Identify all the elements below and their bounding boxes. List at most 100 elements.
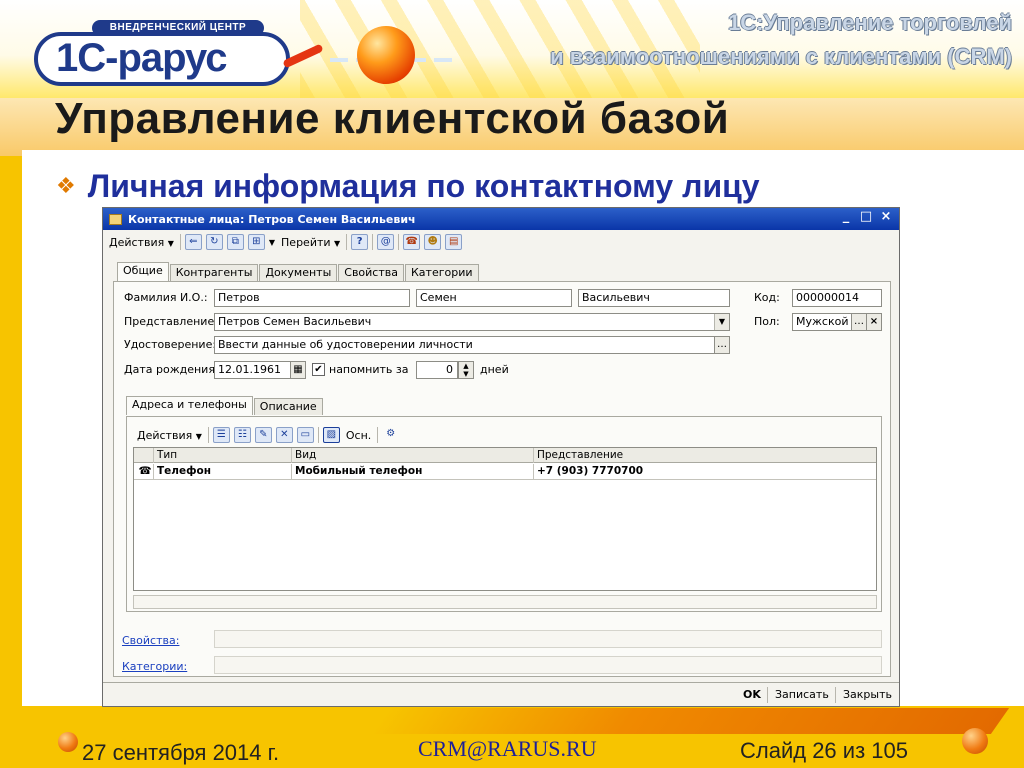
toolbar-separator: [179, 234, 181, 250]
hierarchy-icon[interactable]: ⊞: [247, 234, 265, 250]
footer-email[interactable]: CRM@RARUS.RU: [418, 736, 597, 762]
footer-stripe-decoration: [370, 708, 1010, 734]
toolbar-separator: [317, 427, 319, 443]
id-document-field[interactable]: Ввести данные об удостоверении личности: [214, 336, 730, 354]
gender-select-button[interactable]: …: [851, 313, 867, 331]
tab-properties[interactable]: Свойства: [338, 264, 404, 281]
code-field[interactable]: 000000014: [792, 289, 882, 307]
birth-date-label: Дата рождения:: [124, 363, 219, 376]
representation-label: Представление:: [124, 315, 218, 328]
bullet-item: ❖ Личная информация по контактному лицу: [56, 168, 760, 204]
table-row[interactable]: ☎ Телефон Мобильный телефон +7 (903) 777…: [134, 464, 876, 480]
inner-tabs: Адреса и телефоны Описание: [126, 396, 324, 415]
product-title-line2: и взаимоотношениями с клиентами (CRM): [550, 44, 1012, 69]
save-button[interactable]: Записать: [775, 687, 829, 703]
back-arrow-icon[interactable]: ⇐: [184, 234, 202, 250]
chevron-down-icon[interactable]: ▼: [714, 314, 729, 330]
footer-orb-left: [58, 732, 78, 752]
code-label: Код:: [754, 291, 780, 304]
days-label: дней: [480, 363, 509, 376]
phone-row-icon: ☎: [134, 464, 154, 480]
help-icon[interactable]: ?: [351, 234, 369, 250]
contacts-icon[interactable]: ☻: [424, 234, 442, 250]
add-row-icon[interactable]: ☰: [212, 427, 230, 443]
representation-value: Петров Семен Васильевич: [218, 315, 372, 328]
window-button-bar: OK Записать Закрыть: [103, 682, 899, 706]
copy-row-icon[interactable]: ☷: [233, 427, 251, 443]
set-main-button[interactable]: Осн.: [344, 429, 373, 442]
save-row-icon[interactable]: ▭: [296, 427, 314, 443]
contact-person-window: Контактные лица: Петров Семен Васильевич…: [102, 207, 900, 707]
slide-title: Управление клиентской базой: [55, 94, 730, 143]
fax-icon[interactable]: ▤: [445, 234, 463, 250]
main-tabs: Общие Контрагенты Документы Свойства Кат…: [117, 262, 480, 281]
goto-menu[interactable]: Перейти ▼: [279, 236, 342, 249]
ok-button[interactable]: OK: [743, 687, 761, 703]
copy-icon[interactable]: ⧉: [226, 234, 244, 250]
gender-clear-button[interactable]: ×: [866, 313, 882, 331]
gender-label: Пол:: [754, 315, 780, 328]
remind-days-field[interactable]: 0: [416, 361, 458, 379]
product-title-line1: 1С:Управление торговлей: [728, 10, 1012, 35]
refresh-icon[interactable]: ↻: [205, 234, 223, 250]
properties-link[interactable]: Свойства:: [122, 634, 179, 647]
main-toolbar: Действия ▼ ⇐ ↻ ⧉ ⊞ ▼ Перейти ▼ ? @ ☎ ☻ ▤: [107, 232, 895, 252]
edit-list-icon[interactable]: ▨: [322, 427, 340, 443]
col-representation[interactable]: Представление: [534, 448, 876, 463]
addresses-tab-body: Действия ▼ ☰ ☷ ✎ ✕ ▭ ▨ Осн. ⚙ Тип Вид Пр…: [126, 416, 882, 612]
addresses-actions-menu[interactable]: Действия ▼: [135, 429, 204, 442]
slide-subtitle: Личная информация по контактному лицу: [87, 167, 760, 204]
tab-documents[interactable]: Документы: [259, 264, 338, 281]
form-icon: [109, 213, 122, 225]
delete-row-icon[interactable]: ✕: [275, 427, 293, 443]
properties-field[interactable]: [214, 630, 882, 648]
settings-icon[interactable]: ⚙: [382, 427, 399, 443]
categories-link[interactable]: Категории:: [122, 660, 187, 673]
col-kind[interactable]: Вид: [292, 448, 534, 463]
id-document-select-button[interactable]: …: [714, 336, 730, 354]
gender-field[interactable]: Мужской: [792, 313, 852, 331]
middle-name-field[interactable]: Васильевич: [578, 289, 730, 307]
diamond-bullet-icon: ❖: [56, 173, 76, 198]
actions-menu[interactable]: Действия ▼: [107, 236, 176, 249]
categories-field[interactable]: [214, 656, 882, 674]
chevron-down-icon: ▼: [334, 238, 341, 248]
last-name-field[interactable]: Петров: [214, 289, 410, 307]
tab-counterparties[interactable]: Контрагенты: [169, 264, 259, 281]
cell-kind: Мобильный телефон: [292, 464, 534, 480]
toolbar-separator: [346, 234, 348, 250]
col-type[interactable]: Тип: [154, 448, 292, 463]
days-stepper[interactable]: ▲ ▼: [458, 361, 474, 379]
orange-orb-decoration: [357, 26, 415, 84]
button-separator: [767, 687, 768, 703]
window-titlebar[interactable]: Контактные лица: Петров Семен Васильевич…: [103, 208, 899, 230]
footer-orb-right: [962, 728, 988, 754]
email-icon[interactable]: @: [377, 234, 395, 250]
phone-icon[interactable]: ☎: [403, 234, 421, 250]
chevron-down-icon[interactable]: ▼: [269, 238, 275, 247]
tab-categories[interactable]: Категории: [405, 264, 479, 281]
tab-general[interactable]: Общие: [117, 262, 169, 281]
close-window-button[interactable]: ×: [879, 210, 893, 224]
representation-field[interactable]: Петров Семен Васильевич ▼: [214, 313, 730, 331]
birth-date-field[interactable]: 12.01.1961: [214, 361, 292, 379]
calendar-icon[interactable]: ▦: [290, 361, 306, 379]
first-name-field[interactable]: Семен: [416, 289, 572, 307]
button-separator: [835, 687, 836, 703]
fio-label: Фамилия И.О.:: [124, 291, 208, 304]
footer-slide-number: Слайд 26 из 105: [740, 738, 908, 763]
tab-addresses-phones[interactable]: Адреса и телефоны: [126, 396, 253, 415]
tab-description[interactable]: Описание: [253, 398, 323, 415]
company-logo: ВНЕДРЕНЧЕСКИЙ ЦЕНТР 1С-рарус: [30, 18, 324, 88]
minimize-button[interactable]: _: [839, 210, 853, 224]
toolbar-separator: [372, 234, 374, 250]
maximize-button[interactable]: □: [859, 210, 873, 224]
edit-row-icon[interactable]: ✎: [254, 427, 272, 443]
addresses-toolbar: Действия ▼ ☰ ☷ ✎ ✕ ▭ ▨ Осн. ⚙: [135, 425, 399, 445]
close-button[interactable]: Закрыть: [843, 687, 892, 703]
chevron-down-icon: ▼: [195, 431, 202, 441]
remind-checkbox[interactable]: ✔: [312, 363, 325, 376]
footer-date: 27 сентября 2014 г.: [82, 740, 280, 765]
addresses-actions-label: Действия: [137, 428, 193, 442]
cell-type: Телефон: [154, 464, 292, 480]
